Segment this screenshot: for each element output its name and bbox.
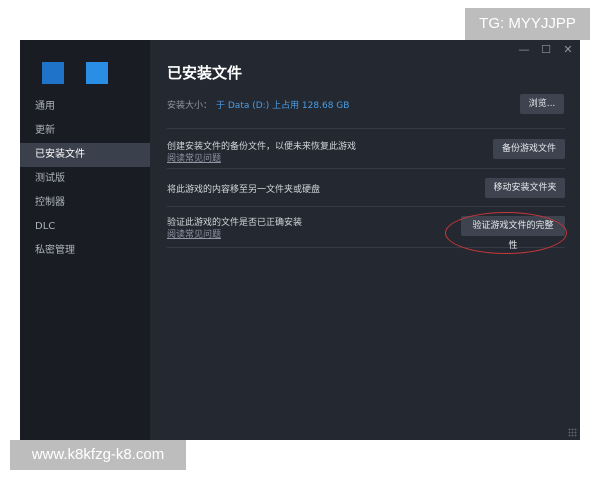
install-size-label: 安装大小： xyxy=(167,101,213,111)
minimize-icon[interactable]: — xyxy=(518,43,530,56)
backup-faq-link[interactable]: 阅读常见问题 xyxy=(167,151,221,164)
sidebar-item-betas[interactable]: 测试版 xyxy=(20,167,150,191)
sidebar-item-privacy[interactable]: 私密管理 xyxy=(20,239,150,263)
verify-faq-link[interactable]: 阅读常见问题 xyxy=(167,227,221,240)
resize-grip-icon[interactable] xyxy=(568,428,577,437)
maximize-icon[interactable]: ☐ xyxy=(540,43,552,56)
logo-square-right-icon xyxy=(86,62,108,84)
main-panel: — ☐ ✕ 已安装文件 安装大小：于 Data (D:) 上占用 128.68 … xyxy=(150,40,580,440)
sidebar-item-installed-files[interactable]: 已安装文件 xyxy=(20,143,150,167)
install-size-value: 于 Data (D:) 上占用 128.68 GB xyxy=(216,101,350,111)
verify-integrity-button[interactable]: 验证游戏文件的完整性 xyxy=(461,216,565,251)
sidebar-item-updates[interactable]: 更新 xyxy=(20,119,150,143)
sidebar-item-dlc[interactable]: DLC xyxy=(20,215,150,239)
watermark-bottom: www.k8kfzg-k8.com xyxy=(10,440,186,470)
settings-window: 通用 更新 已安装文件 测试版 控制器 DLC 私密管理 — ☐ ✕ 已安装文件… xyxy=(20,40,580,440)
browse-button[interactable]: 浏览... xyxy=(520,94,564,114)
page-title: 已安装文件 xyxy=(167,64,243,82)
backup-row: 创建安装文件的备份文件，以便未来恢复此游戏 阅读常见问题 备份游戏文件 xyxy=(167,128,565,169)
watermark-top: TG: MYYJJPP xyxy=(465,8,590,40)
move-description: 将此游戏的内容移至另一文件夹或硬盘 xyxy=(167,185,321,195)
sidebar-item-general[interactable]: 通用 xyxy=(20,95,150,119)
window-controls: — ☐ ✕ xyxy=(518,43,574,56)
move-install-folder-button[interactable]: 移动安装文件夹 xyxy=(485,178,565,198)
backup-game-files-button[interactable]: 备份游戏文件 xyxy=(493,139,565,159)
logo-square-left-icon xyxy=(42,62,64,84)
move-row: 将此游戏的内容移至另一文件夹或硬盘 移动安装文件夹 xyxy=(167,168,565,207)
sidebar-item-controller[interactable]: 控制器 xyxy=(20,191,150,215)
sidebar: 通用 更新 已安装文件 测试版 控制器 DLC 私密管理 xyxy=(20,40,150,440)
sidebar-nav: 通用 更新 已安装文件 测试版 控制器 DLC 私密管理 xyxy=(20,95,150,263)
close-icon[interactable]: ✕ xyxy=(562,43,574,56)
install-size-row: 安装大小：于 Data (D:) 上占用 128.68 GB xyxy=(167,98,349,111)
verify-row: 验证此游戏的文件是否已正确安装 阅读常见问题 验证游戏文件的完整性 xyxy=(167,206,565,251)
